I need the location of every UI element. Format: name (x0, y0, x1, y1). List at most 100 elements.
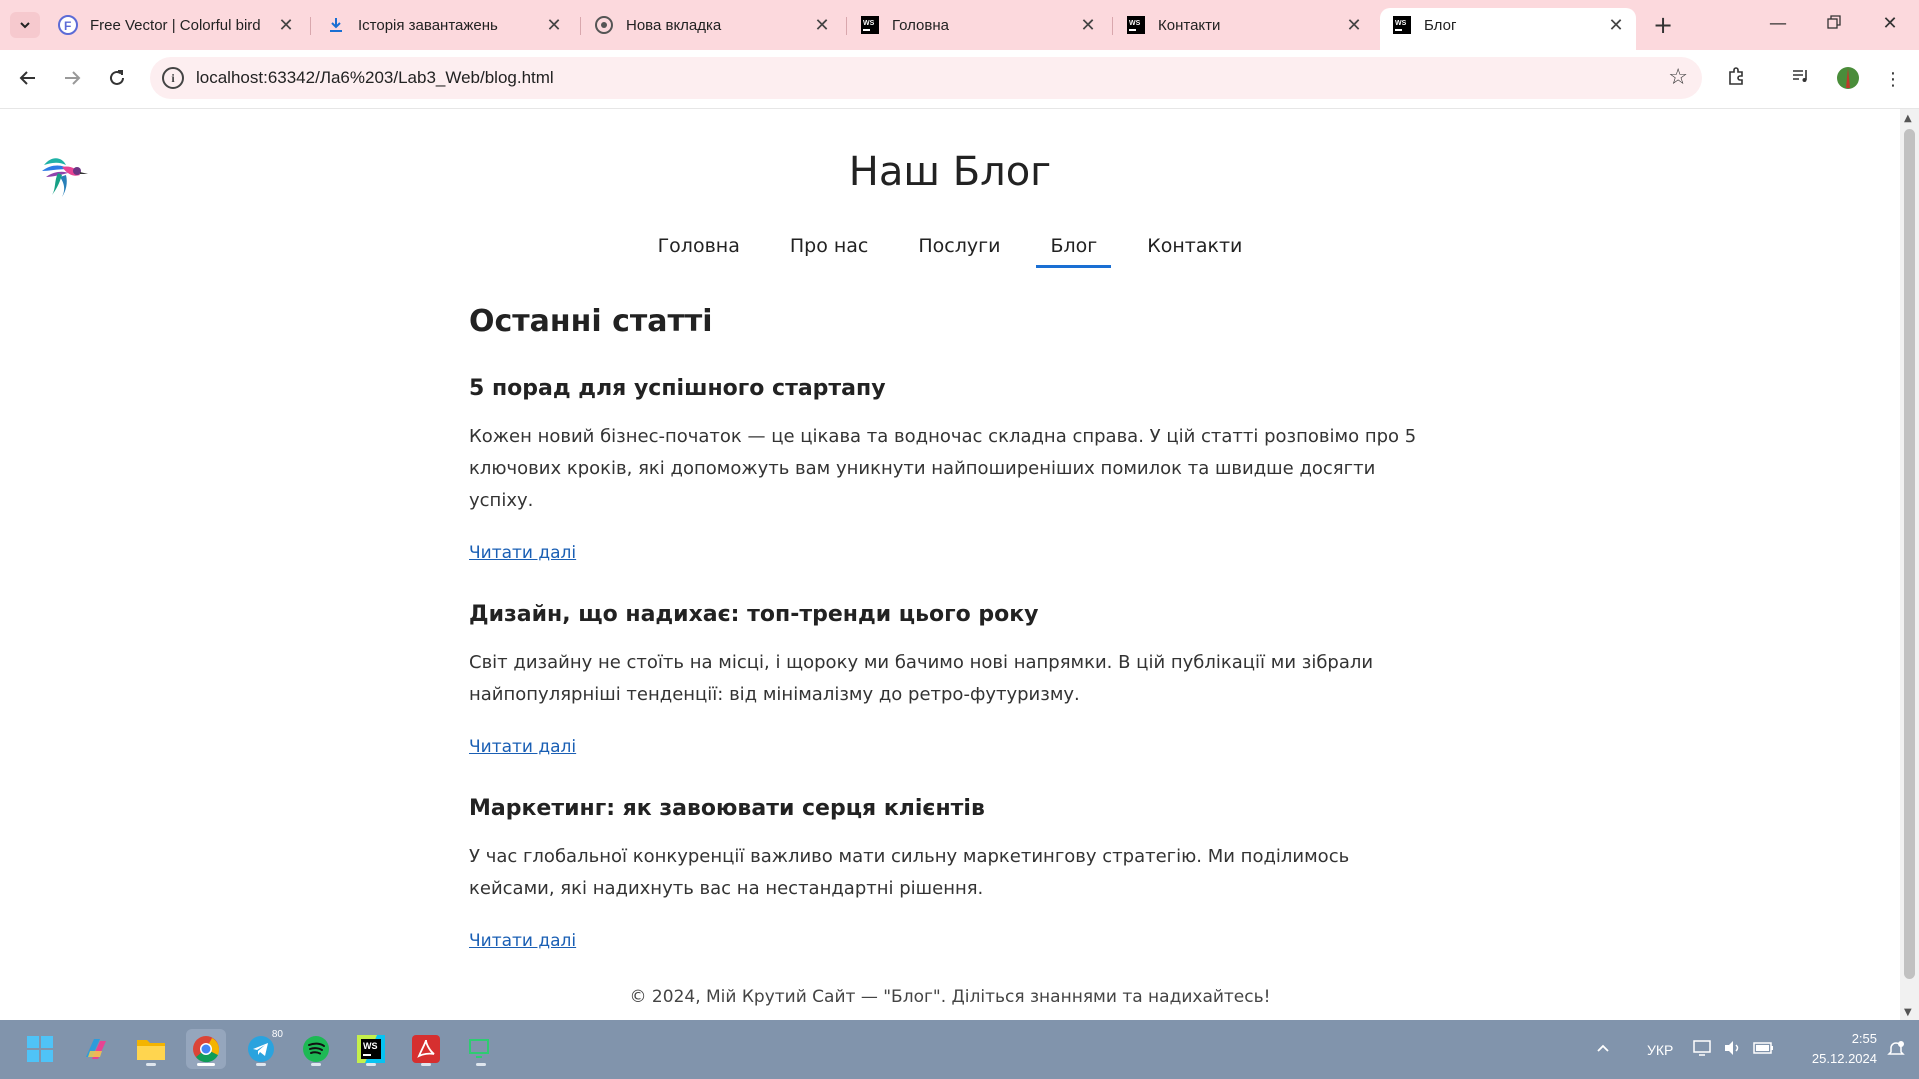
svg-text:WS: WS (1395, 20, 1407, 27)
tab-contacts[interactable]: WS Контакти ✕ (1114, 8, 1374, 42)
read-more-link[interactable]: Читати далі (469, 737, 1419, 757)
webstorm-icon: WS (1126, 15, 1146, 35)
bookmark-star-icon[interactable]: ☆ (1668, 65, 1688, 90)
close-icon[interactable]: ✕ (1344, 15, 1364, 36)
arrow-right-icon (65, 71, 81, 85)
read-more-link[interactable]: Читати далі (469, 543, 1419, 563)
info-icon[interactable]: i (162, 67, 184, 89)
clock-time: 2:55 (1851, 1031, 1877, 1046)
scroll-down-icon[interactable]: ▼ (1904, 1007, 1912, 1018)
spotify-icon (303, 1036, 329, 1062)
download-icon (326, 15, 346, 35)
webstorm-taskbar-button[interactable]: WS (351, 1029, 391, 1069)
telegram-button[interactable]: 80 (241, 1029, 283, 1069)
network-icon[interactable] (1693, 1039, 1713, 1061)
webstorm-icon: WS (1392, 15, 1412, 35)
notification-icon[interactable] (1887, 1040, 1905, 1062)
windows-taskbar: 80 WS УКР 2:55 25.12.2024 (0, 1020, 1919, 1079)
windows-icon (27, 1036, 53, 1062)
close-icon[interactable]: ✕ (1078, 15, 1098, 36)
site-title: Наш Блог (848, 149, 1052, 195)
profile-avatar[interactable] (1834, 66, 1862, 94)
close-icon[interactable]: ✕ (276, 15, 296, 36)
tab-title: Історія завантажень (358, 16, 498, 34)
extensions-icon[interactable] (1722, 66, 1750, 94)
url-text[interactable]: localhost:63342/Ла6%203/Lab3_Web/blog.ht… (196, 68, 554, 88)
acrobat-button[interactable] (406, 1029, 446, 1069)
nav-item-blog[interactable]: Блог (1036, 235, 1112, 268)
file-explorer-button[interactable] (131, 1029, 171, 1069)
blog-post: Маркетинг: як завоювати серця клієнтів У… (469, 796, 1419, 951)
tab-home[interactable]: WS Головна ✕ (848, 8, 1108, 42)
start-button[interactable] (20, 1029, 60, 1069)
svg-text:F: F (64, 19, 71, 33)
reload-button[interactable] (101, 64, 133, 96)
tab-title: Free Vector | Colorful bird (90, 16, 261, 34)
svg-text:WS: WS (363, 1041, 378, 1051)
section-title: Останні статті (469, 304, 713, 339)
battery-icon[interactable] (1753, 1040, 1775, 1060)
nav-item-services[interactable]: Послуги (904, 235, 1014, 268)
tab-search-button[interactable] (10, 12, 40, 38)
post-excerpt: Світ дизайну не стоїть на місці, і щорок… (469, 652, 1374, 705)
close-icon[interactable]: ✕ (812, 15, 832, 36)
reload-icon (110, 70, 124, 85)
blog-post: Дизайн, що надихає: топ-тренди цього рок… (469, 602, 1419, 757)
svg-text:WS: WS (863, 20, 875, 27)
media-control-icon[interactable] (1787, 66, 1815, 94)
chrome-icon (193, 1036, 220, 1063)
tab-title: Блог (1424, 16, 1457, 34)
chrome-taskbar-button[interactable] (186, 1029, 226, 1069)
new-tab-button[interactable]: + (1648, 11, 1678, 39)
post-excerpt: У час глобальної конкуренції важливо мат… (469, 846, 1350, 899)
language-indicator[interactable]: УКР (1647, 1042, 1673, 1058)
volume-icon[interactable] (1723, 1039, 1741, 1061)
post-excerpt: Кожен новий бізнес-початок — це цікава т… (469, 426, 1417, 511)
telegram-badge: 80 (271, 1029, 283, 1040)
spotify-button[interactable] (296, 1029, 336, 1069)
restore-icon (1827, 15, 1841, 29)
address-bar[interactable]: i localhost:63342/Ла6%203/Lab3_Web/blog.… (150, 57, 1702, 99)
acrobat-icon (412, 1035, 440, 1063)
system-clock[interactable]: 2:55 25.12.2024 (1812, 1029, 1877, 1069)
browser-menu-icon[interactable]: ⋮ (1879, 66, 1907, 94)
scroll-thumb[interactable] (1904, 129, 1915, 979)
page-viewport: Наш Блог Головна Про нас Послуги Блог Ко… (0, 109, 1900, 1020)
tab-title: Нова вкладка (626, 16, 722, 34)
nav-item-about[interactable]: Про нас (776, 235, 883, 268)
back-button[interactable] (12, 64, 44, 96)
tab-title: Контакти (1158, 16, 1221, 34)
tab-new-tab[interactable]: Нова вкладка ✕ (582, 8, 842, 42)
page-scrollbar[interactable]: ▲ ▼ (1900, 109, 1919, 1020)
copilot-button[interactable] (76, 1029, 116, 1069)
restore-button[interactable] (1814, 8, 1854, 40)
blog-content: Останні статті 5 порад для успішного ста… (469, 304, 1419, 990)
forward-button[interactable] (56, 64, 88, 96)
minimize-button[interactable]: — (1758, 8, 1798, 40)
chevron-up-icon[interactable] (1595, 1040, 1611, 1060)
freepik-icon: F (58, 15, 78, 35)
tab-free-vector[interactable]: F Free Vector | Colorful bird ✕ (46, 8, 306, 42)
arrow-left-icon (19, 71, 35, 85)
tab-blog[interactable]: WS Блог ✕ (1380, 8, 1636, 50)
tab-title: Головна (892, 16, 949, 34)
nav-item-home[interactable]: Головна (644, 235, 754, 268)
telegram-icon (248, 1036, 274, 1062)
monitor-icon (469, 1039, 489, 1058)
screen-app-button[interactable] (461, 1029, 501, 1069)
post-title: Маркетинг: як завоювати серця клієнтів (469, 796, 985, 821)
post-title: Дизайн, що надихає: топ-тренди цього рок… (469, 602, 1039, 627)
clock-date: 25.12.2024 (1811, 1051, 1877, 1066)
blog-post: 5 порад для успішного стартапу Кожен нов… (469, 376, 1419, 563)
close-icon[interactable]: ✕ (544, 15, 564, 36)
scroll-up-icon[interactable]: ▲ (1904, 113, 1912, 124)
copilot-icon (86, 1039, 106, 1059)
tab-downloads[interactable]: Історія завантажень ✕ (314, 8, 574, 42)
read-more-link[interactable]: Читати далі (469, 931, 1419, 951)
nav-item-contacts[interactable]: Контакти (1133, 235, 1256, 268)
close-icon[interactable]: ✕ (1606, 15, 1626, 36)
system-tray: УКР (1595, 1020, 1775, 1079)
main-nav: Головна Про нас Послуги Блог Контакти (0, 235, 1900, 268)
close-window-button[interactable]: ✕ (1870, 8, 1910, 40)
browser-toolbar: i localhost:63342/Ла6%203/Lab3_Web/blog.… (0, 50, 1919, 109)
